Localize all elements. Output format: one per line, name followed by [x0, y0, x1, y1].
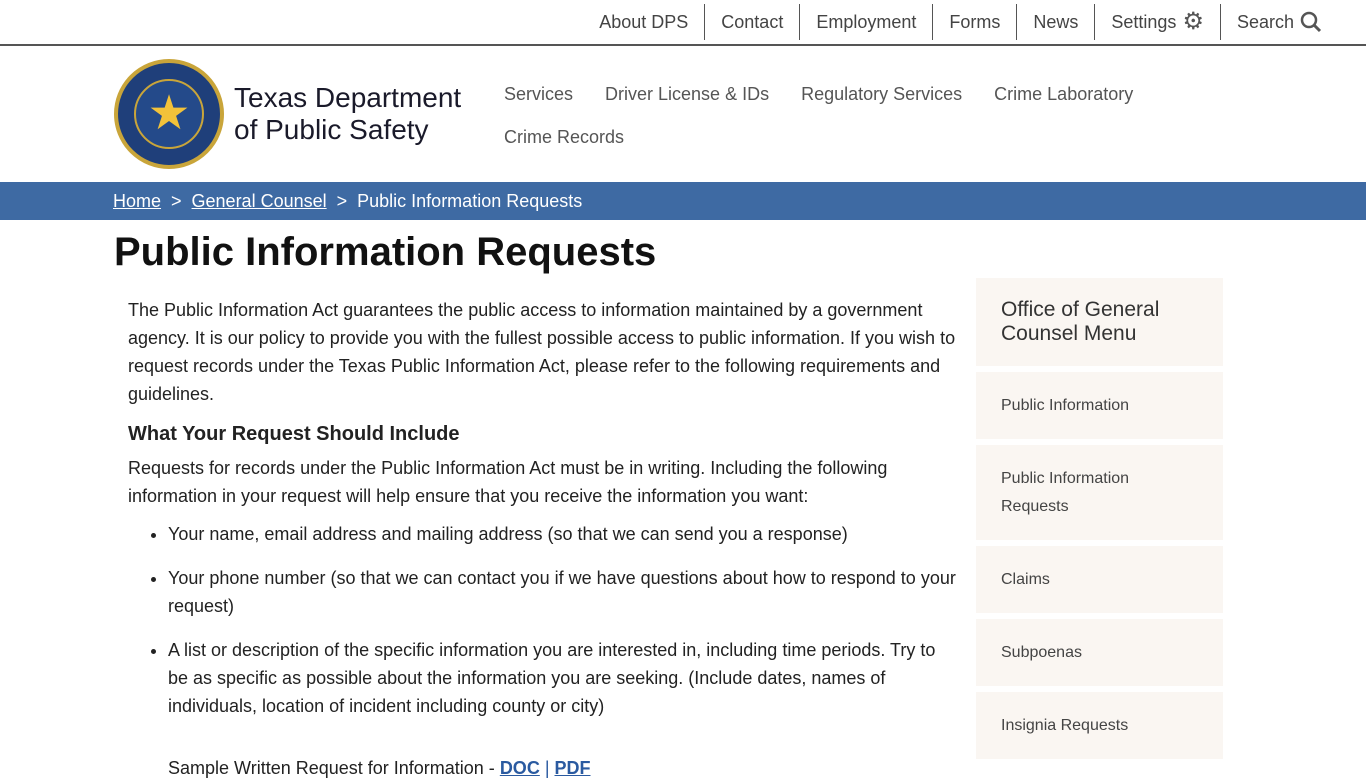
util-contact-label: Contact [721, 12, 784, 32]
sample-label: Sample Written Request for Information - [168, 758, 500, 778]
util-forms[interactable]: Forms [932, 4, 1016, 40]
nav-crime-records[interactable]: Crime Records [504, 127, 624, 148]
brand-line1: Texas Department [234, 82, 462, 113]
sample-sep: | [539, 758, 555, 778]
requirements-list: Your name, email address and mailing add… [168, 520, 958, 720]
util-contact[interactable]: Contact [704, 4, 799, 40]
util-about-label: About DPS [599, 12, 689, 32]
sidebar-item-insignia-requests[interactable]: Insignia Requests [976, 692, 1223, 759]
util-settings-label: Settings [1111, 12, 1177, 32]
sample-request: Sample Written Request for Information -… [168, 754, 958, 782]
sidebar-menu: Office of General Counsel Menu Public In… [976, 278, 1223, 765]
intro-text: The Public Information Act guarantees th… [128, 300, 956, 404]
section-heading: What Your Request Should Include [128, 423, 460, 445]
util-about[interactable]: About DPS [583, 4, 704, 40]
section-intro: Requests for records under the Public In… [128, 458, 888, 506]
brand-line2: of Public Safety [234, 114, 429, 145]
list-item: A list or description of the specific in… [168, 636, 958, 720]
sidebar-item-claims[interactable]: Claims [976, 546, 1223, 613]
crumb-sep: > [171, 191, 182, 211]
breadcrumb: Home > General Counsel > Public Information … [0, 182, 1366, 220]
nav-crime-lab[interactable]: Crime Laboratory [994, 84, 1133, 105]
main-content: The Public Information Act guarantees th… [128, 296, 958, 782]
util-search[interactable]: Search [1219, 4, 1338, 40]
star-icon: ★ [134, 79, 204, 149]
crumb-home[interactable]: Home [113, 191, 161, 211]
sidebar-title: Office of General Counsel Menu [976, 278, 1223, 366]
sidebar-item-public-information-requests[interactable]: Public Information Requests [976, 445, 1223, 540]
main-nav: Services Driver License & IDs Regulatory… [504, 84, 1164, 148]
search-icon [1300, 11, 1322, 33]
util-employment-label: Employment [816, 12, 917, 32]
nav-driver-license[interactable]: Driver License & IDs [605, 84, 769, 105]
gear-icon: ⚙ [1182, 8, 1204, 35]
sample-doc-link[interactable]: DOC [500, 758, 540, 778]
sample-pdf-link[interactable]: PDF [555, 758, 591, 778]
list-item: Your phone number (so that we can contac… [168, 564, 958, 620]
sidebar-item-subpoenas[interactable]: Subpoenas [976, 619, 1223, 686]
utility-nav: About DPS Contact Employment Forms News … [0, 0, 1366, 46]
list-item: Your name, email address and mailing add… [168, 520, 958, 548]
crumb-general-counsel[interactable]: General Counsel [192, 191, 327, 211]
util-settings[interactable]: Settings ⚙ [1094, 4, 1220, 40]
crumb-current: Public Information Requests [357, 191, 583, 211]
util-news-label: News [1033, 12, 1079, 32]
util-news[interactable]: News [1016, 4, 1094, 40]
sidebar-item-public-information[interactable]: Public Information [976, 372, 1223, 439]
util-forms-label: Forms [949, 12, 1001, 32]
dps-seal-logo[interactable]: ★ [114, 59, 224, 169]
page-title: Public Information Requests [114, 230, 657, 274]
util-employment[interactable]: Employment [799, 4, 932, 40]
brand-name[interactable]: Texas Department of Public Safety [234, 82, 461, 146]
util-search-label: Search [1236, 12, 1294, 32]
nav-regulatory[interactable]: Regulatory Services [801, 84, 962, 105]
nav-services[interactable]: Services [504, 84, 573, 105]
crumb-sep: > [336, 191, 348, 211]
